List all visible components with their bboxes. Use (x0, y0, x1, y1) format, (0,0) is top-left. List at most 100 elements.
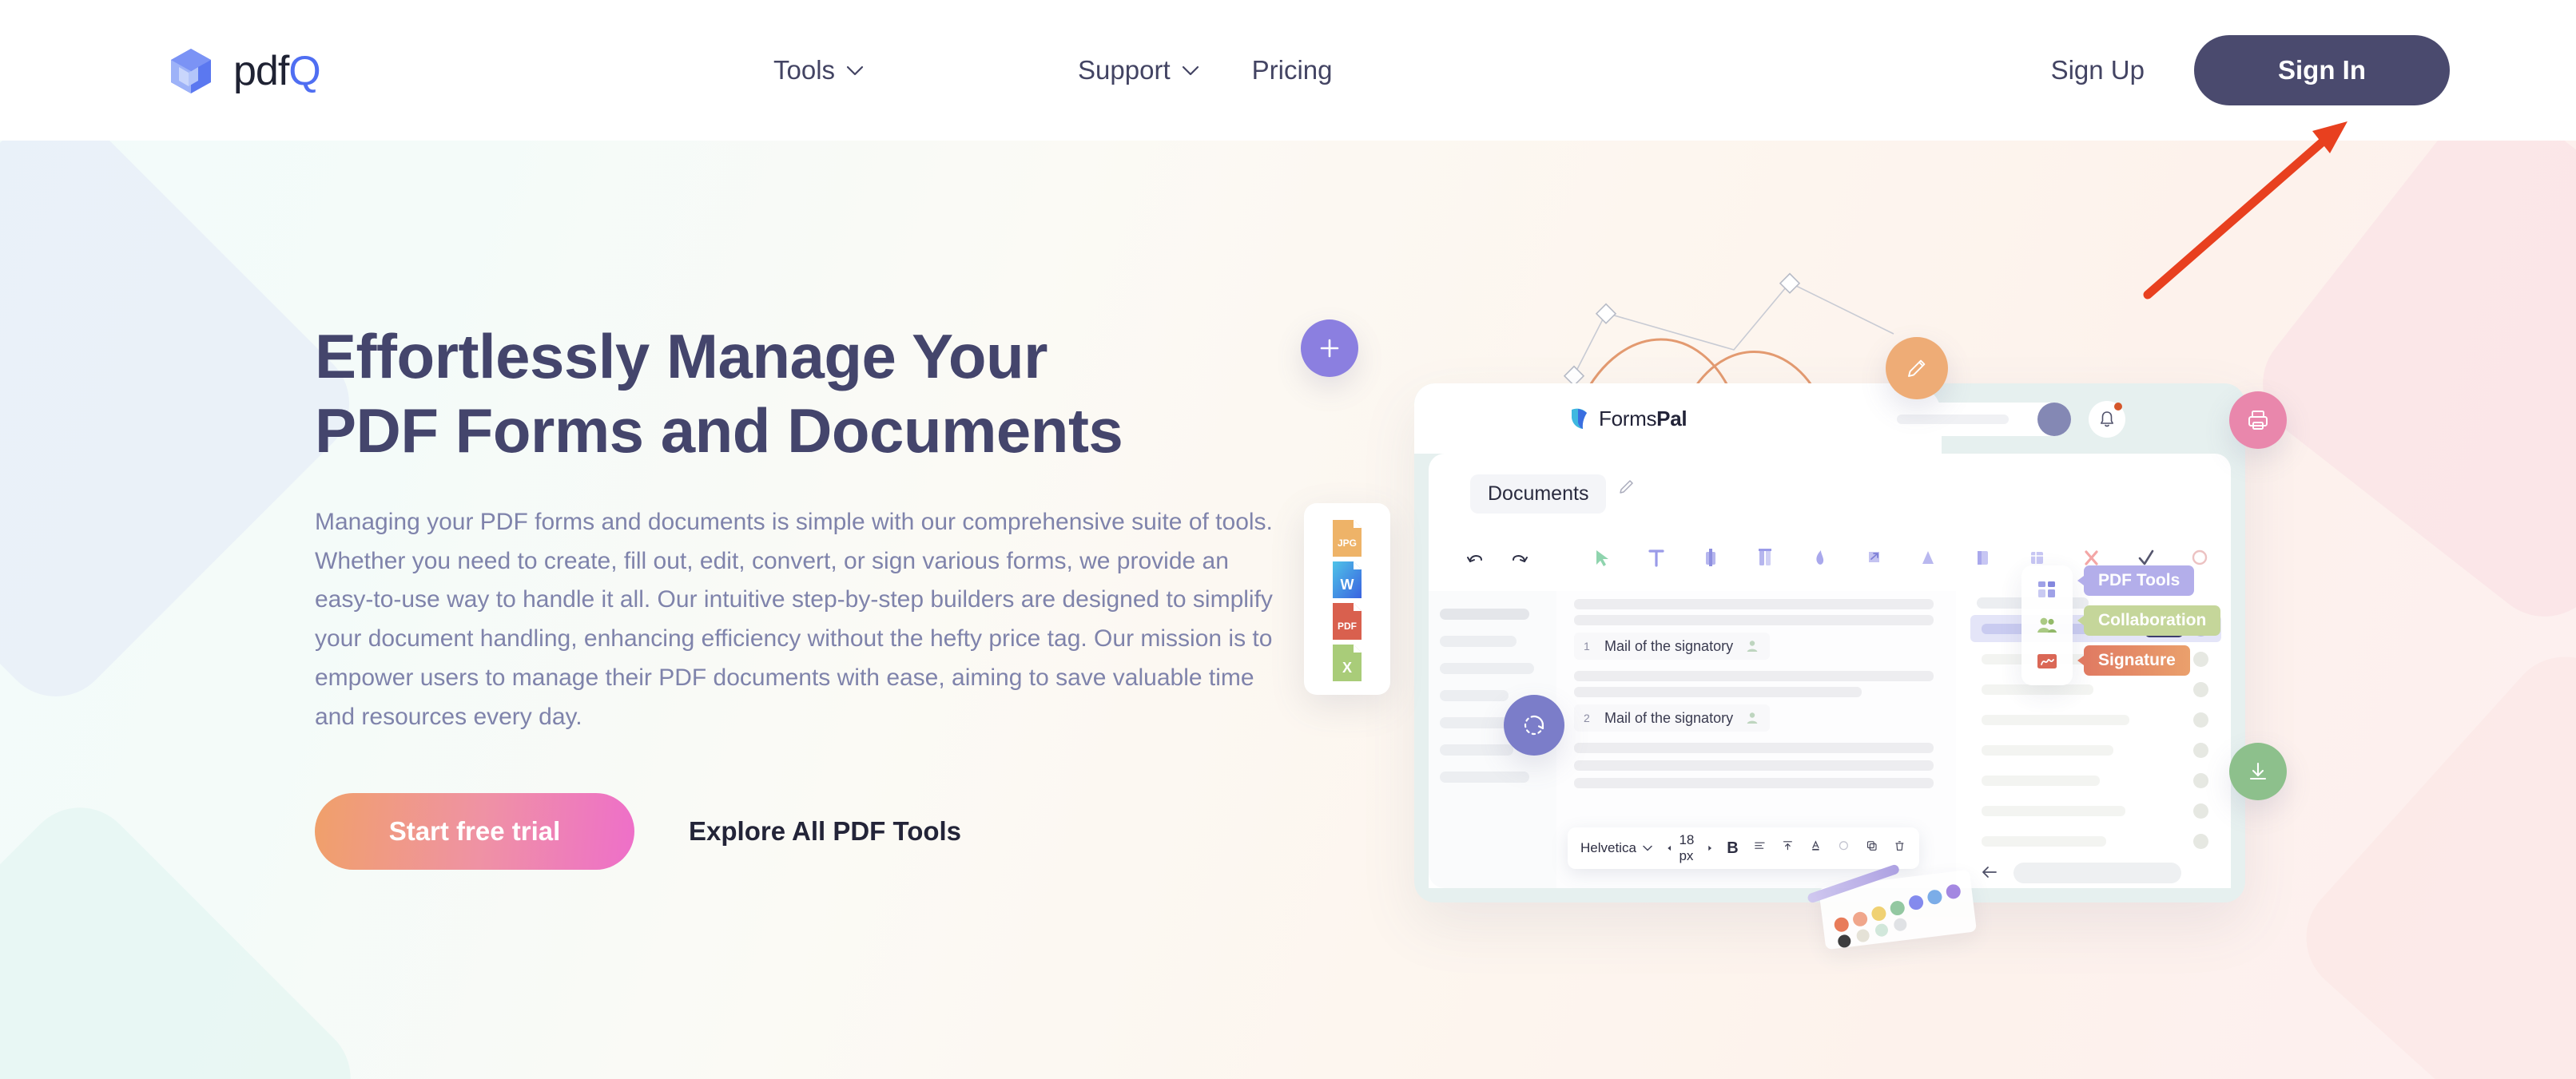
font-family-select[interactable]: Helvetica (1580, 840, 1652, 856)
people-icon[interactable] (2034, 613, 2060, 637)
align-left-icon[interactable] (1753, 839, 1767, 857)
signature-field-1[interactable]: 1 Mail of the signatory (1574, 633, 1771, 660)
edit-button-bubble[interactable] (1886, 337, 1948, 399)
app-window-mockup: FormsPal Documents 1 Mail of the signato… (1414, 383, 2245, 902)
avatar[interactable] (2037, 403, 2071, 436)
sign-in-button[interactable]: Sign In (2194, 35, 2450, 105)
hero-illustration: FormsPal Documents 1 Mail of the signato… (1294, 264, 2573, 1022)
notification-badge (2114, 403, 2122, 411)
recipient-row[interactable] (1970, 767, 2221, 794)
grid-icon[interactable] (2034, 577, 2060, 601)
signature-field-number: 2 (1584, 712, 1590, 724)
cube-logo-icon (166, 46, 216, 96)
nav-item-pricing[interactable]: Pricing (1252, 55, 1333, 85)
signature-field-number: 1 (1584, 640, 1590, 653)
download-button-bubble[interactable] (2229, 743, 2287, 800)
excel-file-icon: X (1330, 642, 1365, 684)
add-button-bubble[interactable] (1301, 319, 1358, 377)
file-types-card: JPG W PDF X (1304, 503, 1390, 695)
color-swatch[interactable] (1874, 922, 1889, 938)
formspal-name-light: Forms (1599, 406, 1657, 430)
triangle-tool-icon[interactable] (1910, 544, 1946, 571)
color-swatch[interactable] (1855, 928, 1870, 943)
color-swatch[interactable] (1852, 910, 1869, 927)
align-top-icon[interactable] (1781, 839, 1795, 857)
tooltip-label: Signature (2098, 651, 2176, 669)
color-swatch[interactable] (1889, 899, 1906, 917)
color-palette-card (1806, 863, 1978, 950)
stepper-left-icon (1668, 845, 1672, 851)
recipient-row[interactable] (1970, 676, 2221, 703)
app-search-bar[interactable] (1879, 403, 2071, 436)
text-tool-icon[interactable] (1638, 544, 1675, 571)
nav-item-tools[interactable]: Tools (773, 55, 864, 85)
plus-icon (1320, 339, 1339, 358)
user-icon (1747, 712, 1758, 724)
app-window-tab: FormsPal (1414, 383, 1942, 454)
document-canvas: 1 Mail of the signatory 2 Mail of the si… (1556, 591, 1956, 888)
shape-tool-icon[interactable] (1801, 544, 1838, 571)
brand-name-dark: pdf (233, 48, 289, 94)
color-swatch[interactable] (1926, 889, 1943, 906)
sidebar-row (1440, 609, 1529, 620)
image-tool-icon[interactable] (1964, 544, 2001, 571)
duplicate-icon[interactable] (1865, 839, 1878, 857)
pencil-icon (1908, 359, 1926, 377)
tooltip-label: PDF Tools (2098, 571, 2180, 589)
signature-icon[interactable] (2034, 649, 2060, 673)
signature-field-label: Mail of the signatory (1604, 709, 1734, 726)
svg-text:X: X (1342, 660, 1352, 676)
recipient-row[interactable] (1970, 706, 2221, 733)
font-family-value: Helvetica (1580, 840, 1636, 855)
tooltip-pdf-tools: PDF Tools (2077, 565, 2195, 596)
back-arrow-icon[interactable] (1978, 864, 2001, 880)
bold-button[interactable]: B (1727, 839, 1738, 858)
text-format-toolbar: Helvetica 18 px B (1568, 827, 1919, 869)
footer-action-pill[interactable] (2013, 863, 2181, 883)
print-button-bubble[interactable] (2229, 391, 2287, 449)
documents-tab[interactable]: Documents (1470, 474, 1607, 514)
tooltip-label: Collaboration (2098, 611, 2207, 629)
headline-line-2: PDF Forms and Documents (315, 395, 1123, 466)
color-swatch[interactable] (1870, 905, 1887, 922)
stepper-right-icon (1707, 845, 1711, 851)
pdf-file-icon: PDF (1330, 601, 1365, 642)
fill-color-icon[interactable] (1837, 839, 1851, 857)
edit-pencil-icon[interactable] (1617, 478, 1636, 497)
color-swatch[interactable] (1908, 895, 1925, 911)
pen-tool-icon[interactable] (2236, 544, 2245, 571)
svg-text:JPG: JPG (1338, 538, 1357, 549)
brand-logo[interactable]: pdfQ (166, 46, 321, 96)
recipient-row[interactable] (1970, 736, 2221, 764)
signature-field-2[interactable]: 2 Mail of the signatory (1574, 704, 1771, 732)
redo-icon[interactable] (1497, 544, 1534, 571)
color-swatch[interactable] (1945, 883, 1962, 900)
recipient-row[interactable] (1970, 827, 2221, 855)
sidebar-row (1440, 690, 1509, 701)
color-swatch[interactable] (1837, 934, 1852, 949)
notifications-button[interactable] (2089, 401, 2125, 438)
hero-paragraph: Managing your PDF forms and documents is… (315, 508, 1273, 731)
cursor-tool-icon[interactable] (1584, 544, 1620, 571)
nav-label-support: Support (1078, 55, 1171, 85)
doc-text-line (1574, 615, 1934, 625)
date-tool-icon[interactable] (1692, 544, 1729, 571)
color-swatch[interactable] (1893, 917, 1908, 932)
start-free-trial-button[interactable]: Start free trial (315, 792, 634, 870)
color-swatch[interactable] (1833, 916, 1850, 933)
signature-field-label: Mail of the signatory (1604, 637, 1734, 654)
doc-text-line (1574, 687, 1862, 697)
explore-all-pdf-tools-link[interactable]: Explore All PDF Tools (689, 816, 961, 847)
columns-tool-icon[interactable] (1747, 544, 1783, 571)
doc-text-line (1574, 760, 1934, 771)
reload-button-bubble[interactable] (1504, 695, 1564, 756)
arrow-tool-icon[interactable] (1855, 544, 1892, 571)
font-size-stepper[interactable]: 18 px (1667, 832, 1712, 864)
svg-text:PDF: PDF (1338, 621, 1357, 632)
recipient-row[interactable] (1970, 797, 2221, 824)
text-color-icon[interactable] (1809, 839, 1823, 857)
delete-icon[interactable] (1893, 839, 1906, 857)
sign-up-link[interactable]: Sign Up (2051, 55, 2145, 85)
undo-icon[interactable] (1461, 544, 1497, 571)
nav-item-support[interactable]: Support (1078, 55, 1199, 85)
